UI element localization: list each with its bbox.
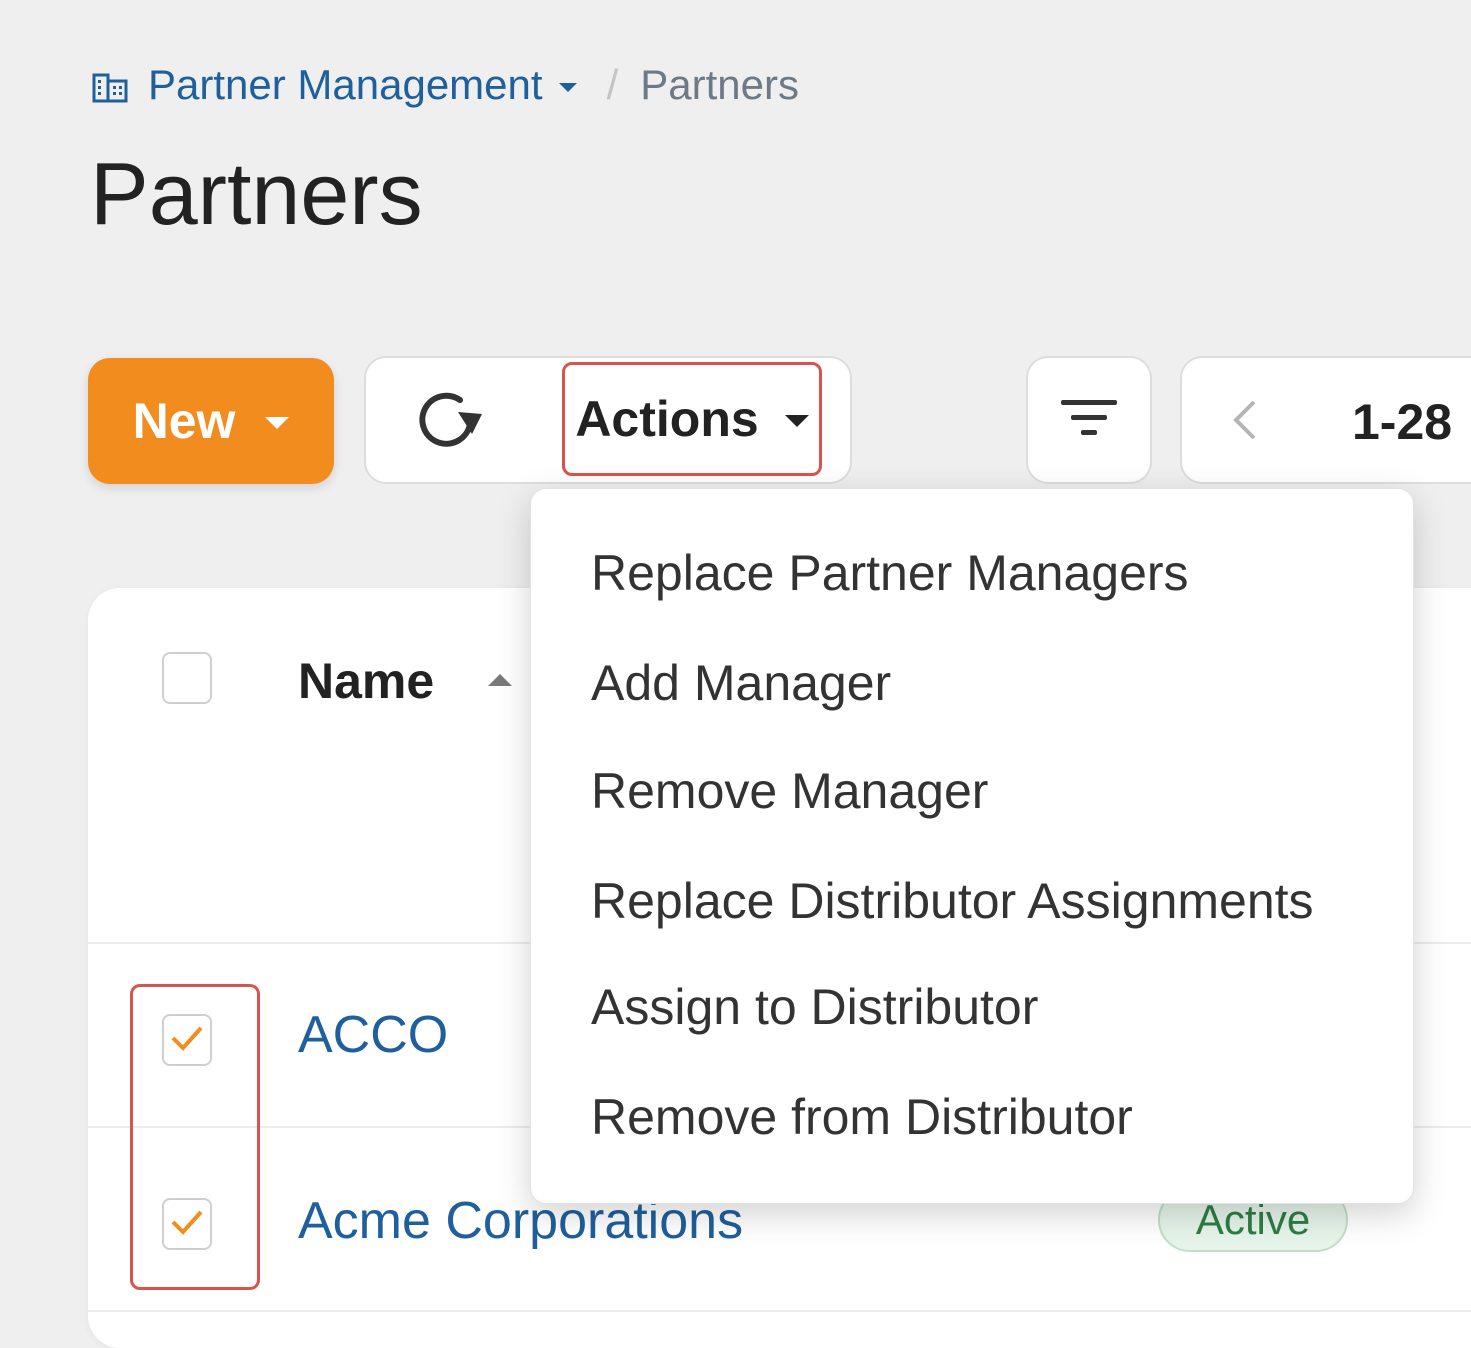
breadcrumb-separator: / — [606, 61, 619, 108]
row-checkbox[interactable] — [162, 1198, 212, 1250]
chevron-down-icon — [784, 415, 809, 427]
filter-icon — [1059, 396, 1119, 445]
checkmark-icon — [169, 1023, 205, 1058]
refresh-button[interactable] — [408, 390, 488, 454]
toolbar-button-group: Actions — [364, 356, 852, 484]
breadcrumb-current: Partners — [640, 61, 799, 108]
refresh-icon — [410, 388, 486, 457]
breadcrumb: Partner Management / Partners — [92, 58, 799, 112]
select-all-checkbox[interactable] — [162, 652, 212, 704]
checkmark-icon — [169, 1207, 205, 1242]
building-icon — [92, 67, 128, 103]
menu-item-assign-to-distributor[interactable]: Assign to Distributor — [591, 967, 1391, 1047]
menu-item-add-manager[interactable]: Add Manager — [591, 643, 1391, 723]
pager: 1-28 — [1180, 356, 1471, 484]
chevron-left-icon — [1230, 398, 1260, 447]
column-header-name[interactable]: Name — [298, 646, 434, 716]
sort-ascending-icon[interactable] — [488, 674, 512, 686]
breadcrumb-partner-management[interactable]: Partner Management — [148, 61, 543, 109]
menu-item-replace-partner-managers[interactable]: Replace Partner Managers — [591, 533, 1391, 613]
chevron-down-icon — [265, 417, 290, 429]
filter-button[interactable] — [1026, 356, 1152, 484]
new-button[interactable]: New — [88, 358, 334, 484]
pager-range: 1-28 — [1352, 394, 1453, 450]
partner-name-link[interactable]: ACCO — [298, 1000, 448, 1070]
actions-button[interactable]: Actions — [562, 362, 822, 476]
pager-prev-button[interactable] — [1222, 394, 1268, 450]
menu-item-remove-from-distributor[interactable]: Remove from Distributor — [591, 1077, 1391, 1157]
menu-item-remove-manager[interactable]: Remove Manager — [591, 751, 1391, 831]
actions-button-label: Actions — [575, 391, 759, 447]
menu-item-replace-distributor-assignments[interactable]: Replace Distributor Assignments — [591, 861, 1391, 941]
new-button-label: New — [132, 393, 236, 449]
page-title: Partners — [90, 144, 423, 243]
actions-dropdown-menu: Replace Partner Managers Add Manager Rem… — [530, 488, 1414, 1204]
row-checkbox[interactable] — [162, 1014, 212, 1066]
chevron-down-icon[interactable] — [558, 82, 577, 92]
